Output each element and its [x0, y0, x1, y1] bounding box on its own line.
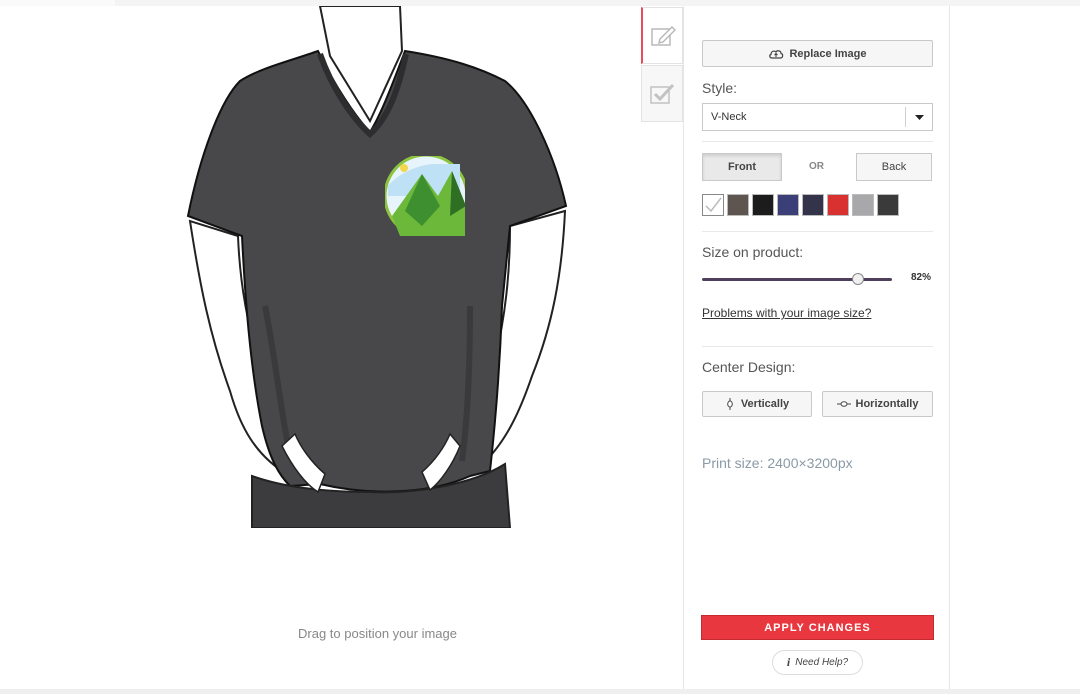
color-swatch-red[interactable] [827, 194, 849, 216]
center-design-label: Center Design: [702, 359, 796, 375]
tshirt-model-illustration [186, 6, 568, 528]
divider [702, 141, 933, 142]
color-swatch-white[interactable] [702, 194, 724, 216]
vertically-label: Vertically [740, 398, 790, 410]
size-percentage: 82% [911, 272, 932, 283]
size-slider-handle[interactable] [851, 273, 864, 285]
pencil-icon [650, 25, 676, 46]
horizontally-label: Horizontally [855, 398, 919, 410]
style-select[interactable]: V-Neck [702, 103, 933, 131]
design-artwork-logo[interactable] [385, 155, 467, 237]
back-side-button[interactable]: Back [856, 153, 932, 181]
color-swatch-dark-navy[interactable] [802, 194, 824, 216]
color-swatch-heather-grey[interactable] [852, 194, 874, 216]
replace-image-label: Replace Image [789, 47, 867, 60]
center-vertical-icon [727, 398, 733, 410]
color-swatches [702, 194, 899, 216]
style-label: Style: [702, 80, 738, 96]
front-side-button[interactable]: Front [702, 153, 782, 181]
need-help-label: Need Help? [795, 657, 849, 668]
apply-changes-button[interactable]: APPLY CHANGES [701, 615, 934, 640]
front-side-label: Front [727, 161, 757, 173]
cloud-upload-icon [769, 49, 784, 59]
tab-review[interactable] [641, 65, 683, 122]
color-swatch-black[interactable] [752, 194, 774, 216]
chevron-down-icon [905, 107, 932, 127]
center-horizontally-button[interactable]: Horizontally [822, 391, 933, 417]
info-icon: i [786, 655, 791, 669]
or-separator: OR [809, 161, 824, 172]
tab-edit-design[interactable] [641, 7, 683, 64]
apply-changes-label: APPLY CHANGES [764, 621, 871, 634]
design-settings-panel: Replace Image Style: V-Neck Front OR Bac… [683, 6, 950, 690]
back-side-label: Back [881, 161, 907, 173]
color-swatch-navy[interactable] [777, 194, 799, 216]
center-vertically-button[interactable]: Vertically [702, 391, 812, 417]
replace-image-button[interactable]: Replace Image [702, 40, 933, 67]
style-select-value: V-Neck [711, 111, 747, 123]
color-swatch-charcoal-heather[interactable] [877, 194, 899, 216]
color-swatch-brown-heather[interactable] [727, 194, 749, 216]
checkmark-icon [705, 197, 722, 213]
checkmark-icon [650, 83, 675, 104]
print-size-text: Print size: 2400×3200px [702, 455, 853, 471]
bottom-border [0, 689, 1080, 694]
drag-hint-text: Drag to position your image [298, 626, 457, 641]
center-horizontal-icon [836, 401, 851, 407]
divider [702, 346, 933, 347]
size-on-product-label: Size on product: [702, 244, 804, 260]
image-size-help-link[interactable]: Problems with your image size? [702, 306, 871, 320]
divider [702, 231, 933, 232]
product-preview[interactable]: Drag to position your image [0, 6, 683, 690]
need-help-button[interactable]: i Need Help? [772, 650, 863, 675]
